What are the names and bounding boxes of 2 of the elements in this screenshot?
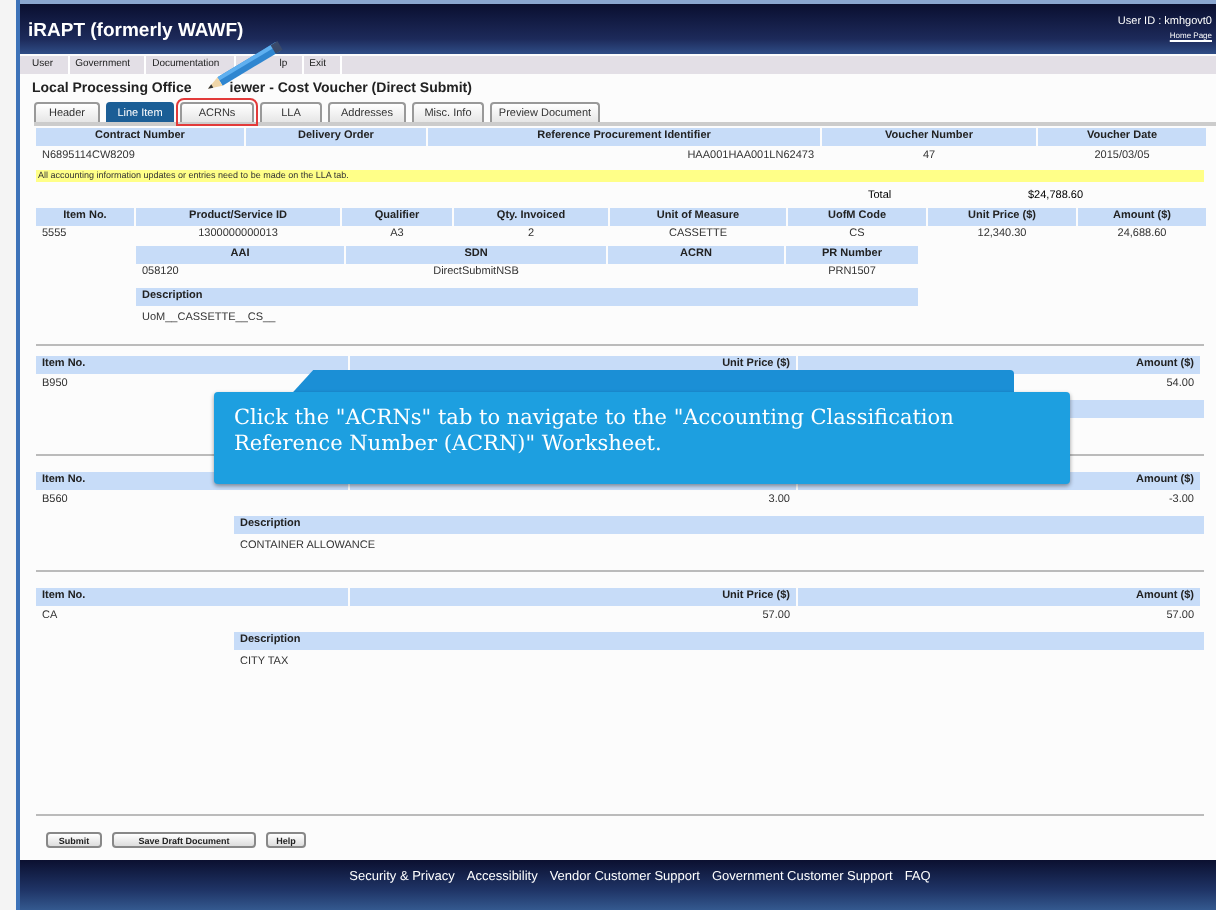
app-title: iRAPT (formerly WAWF) bbox=[28, 20, 244, 42]
callout-text: Click the "ACRNs" tab to navigate to the "Accounting Classification Reference Number (ACRN)" Worksheet. bbox=[234, 406, 956, 458]
